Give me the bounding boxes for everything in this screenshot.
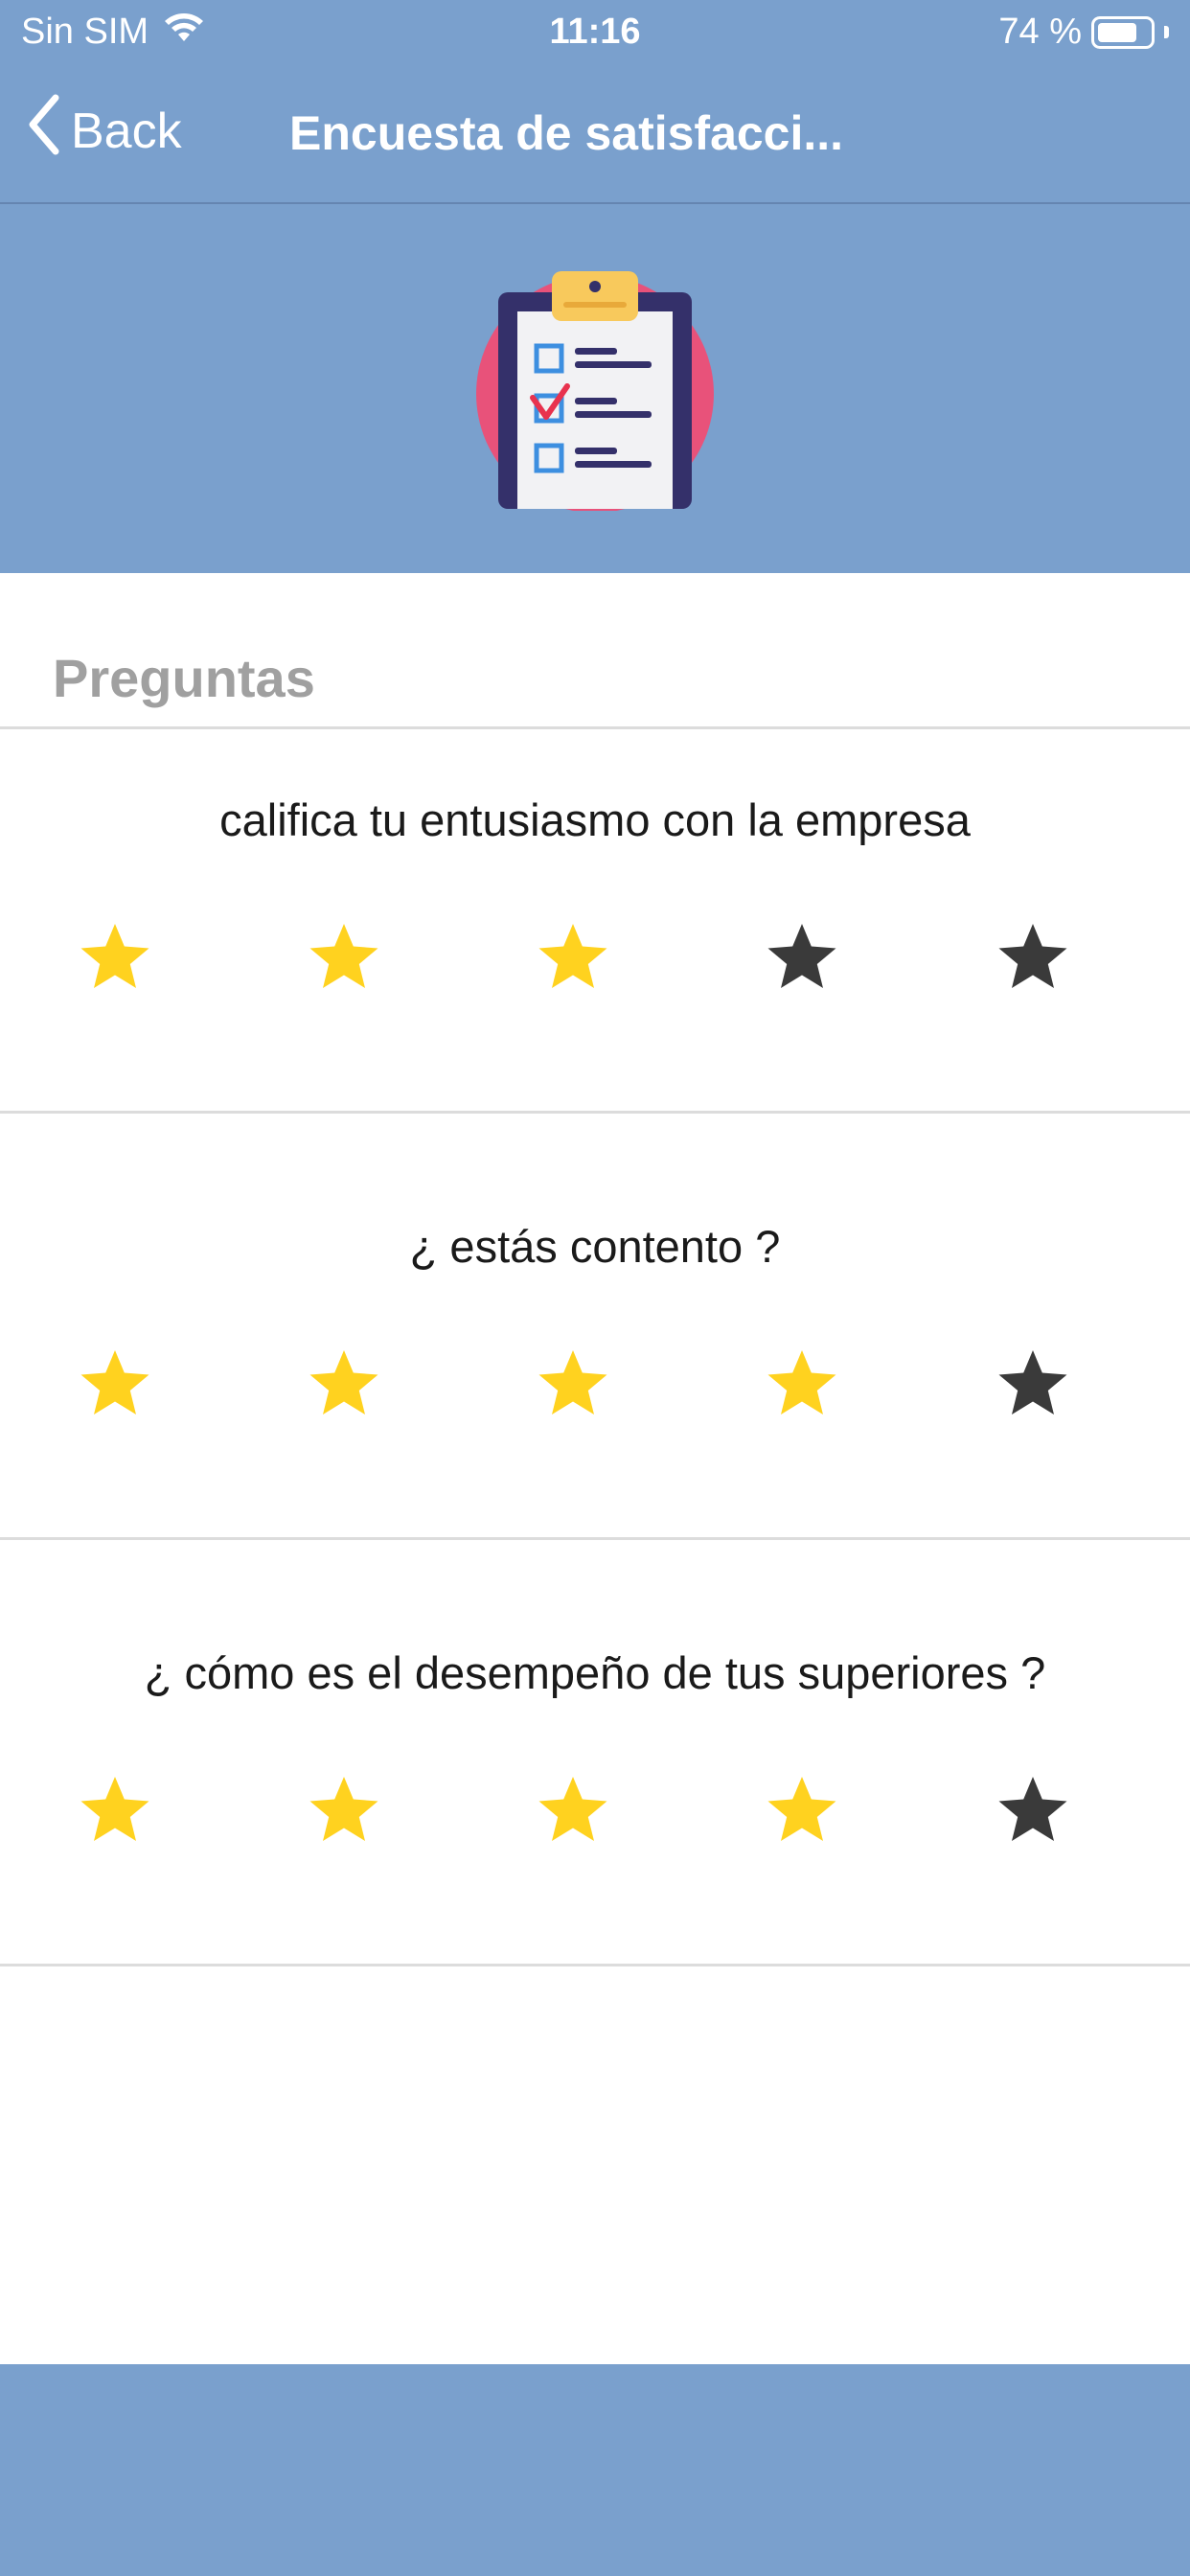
top-header: Sin SIM 11:16 74 % Back Encuesta de sati… (0, 0, 1190, 204)
star-icon-empty[interactable] (995, 1773, 1071, 1850)
clipboard-checklist-icon (475, 262, 715, 513)
page-title: Encuesta de satisfacci... (289, 106, 844, 160)
star-icon-filled[interactable] (77, 920, 153, 997)
section-divider (0, 726, 1190, 729)
star-icon-empty[interactable] (995, 1346, 1071, 1423)
star-icon-filled[interactable] (764, 1346, 840, 1423)
bottom-bar (0, 2364, 1190, 2576)
question-divider (0, 1111, 1190, 1114)
star-rating[interactable] (0, 920, 1190, 1006)
battery-nub (1164, 26, 1169, 38)
question-text: ¿ estás contento ? (409, 1221, 781, 1272)
star-icon-filled[interactable] (764, 1773, 840, 1850)
question-item: ¿ cómo es el desempeño de tus superiores… (0, 1646, 1190, 1699)
star-icon-empty[interactable] (764, 920, 840, 997)
star-icon-filled[interactable] (306, 920, 382, 997)
star-rating[interactable] (0, 1773, 1190, 1859)
question-text: califica tu entusiasmo con la empresa (219, 794, 971, 845)
question-divider (0, 1537, 1190, 1540)
battery-icon (1091, 15, 1155, 49)
star-rating[interactable] (0, 1346, 1190, 1433)
star-icon-filled[interactable] (535, 1346, 611, 1423)
nav-bar: Back Encuesta de satisfacci... (0, 67, 1190, 203)
question-text: ¿ cómo es el desempeño de tus superiores… (144, 1647, 1046, 1698)
battery-level-fill (1098, 22, 1136, 42)
star-icon-empty[interactable] (995, 920, 1071, 997)
chevron-left-icon (27, 94, 61, 168)
star-icon-filled[interactable] (306, 1773, 382, 1850)
back-label: Back (71, 103, 182, 159)
battery-percent: 74 % (998, 12, 1082, 52)
question-divider (0, 1964, 1190, 1966)
star-icon-filled[interactable] (77, 1773, 153, 1850)
hero-banner (0, 204, 1190, 573)
star-icon-filled[interactable] (535, 920, 611, 997)
status-battery-group: 74 % (998, 12, 1169, 53)
status-bar: Sin SIM 11:16 74 % (0, 0, 1190, 67)
star-icon-filled[interactable] (306, 1346, 382, 1423)
back-button[interactable]: Back (27, 94, 182, 168)
star-icon-filled[interactable] (77, 1346, 153, 1423)
question-item: ¿ estás contento ? (0, 1220, 1190, 1273)
section-title: Preguntas (53, 648, 315, 708)
question-item: califica tu entusiasmo con la empresa (0, 794, 1190, 846)
star-icon-filled[interactable] (535, 1773, 611, 1850)
